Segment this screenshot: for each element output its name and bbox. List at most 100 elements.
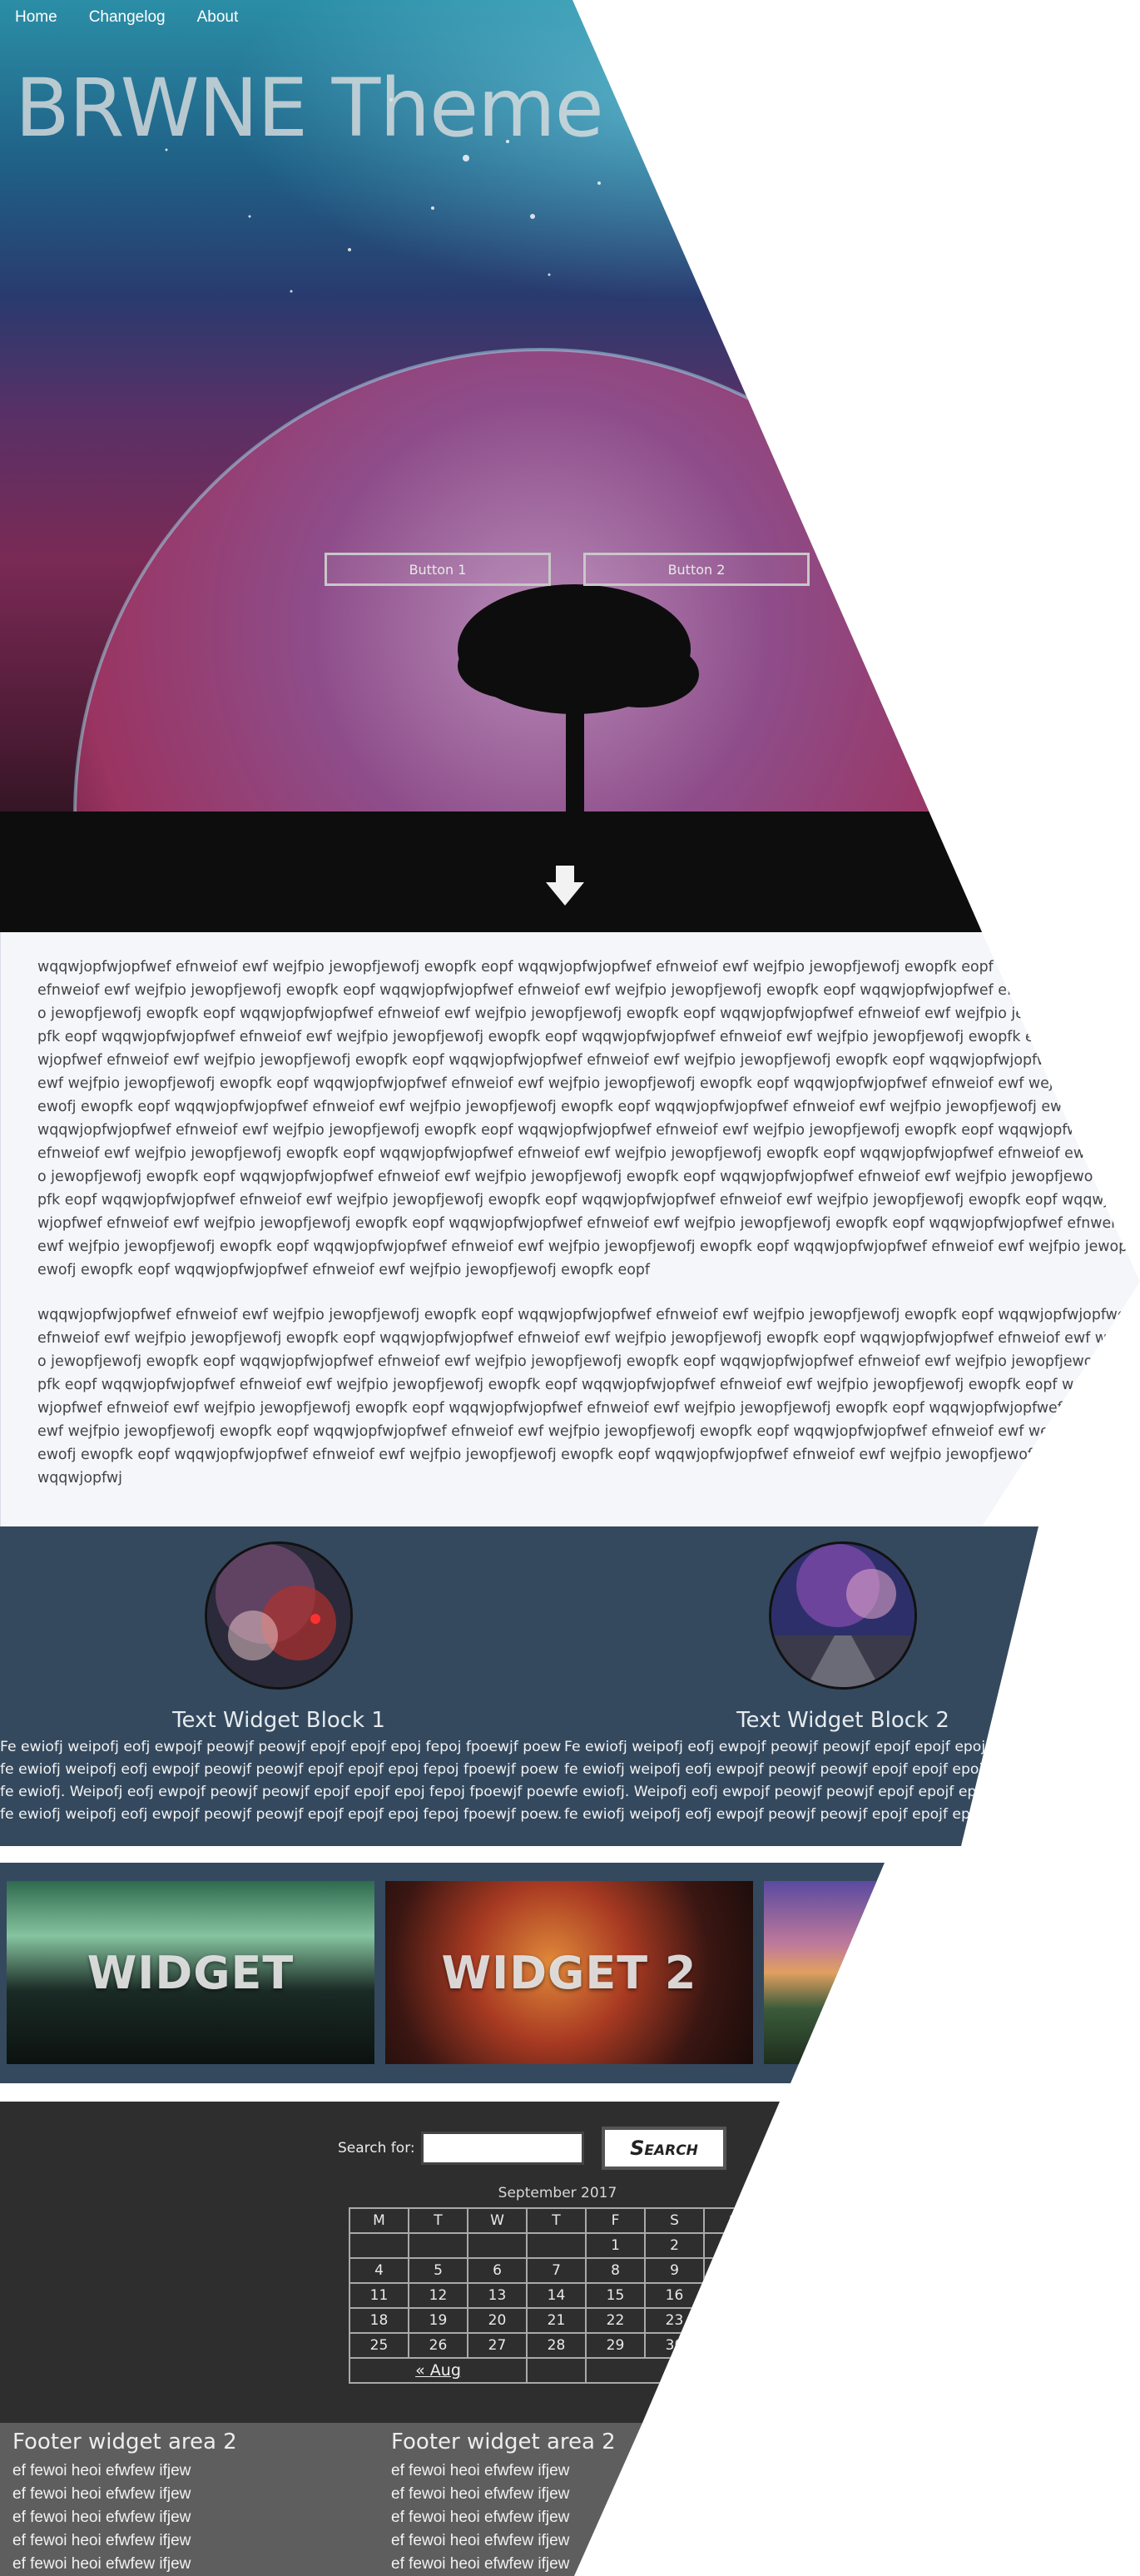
- calendar-day: [408, 2232, 468, 2259]
- content-paragraph-1: wqqwjopfwjopfwef efnweiof ewf wejfpio je…: [37, 959, 1138, 1278]
- footer-widget-1-line: ef fewoi heoi efwfew ifjew: [12, 2462, 191, 2479]
- calendar-day-header: M: [349, 2207, 409, 2234]
- calendar-day: [467, 2232, 528, 2259]
- calendar-day: 21: [526, 2307, 587, 2334]
- calendar-next-cell: [585, 2357, 764, 2384]
- calendar-day: 26: [408, 2332, 468, 2359]
- calendar-prev-cell: « Aug: [349, 2357, 528, 2384]
- calendar-day: 12: [408, 2282, 468, 2309]
- text-widget-2-line-3: fe ewiofj. Weipofj eofj ewpojf peowjf pe…: [564, 1784, 1129, 1800]
- text-widget-1: Text Widget Block 1 Fe ewiofj weipofj eo…: [0, 1541, 565, 1826]
- footer-widget-1-title: Footer widget area 2: [12, 2430, 237, 2454]
- footer-widget-2-line: ef fewoi heoi efwfew ifjew: [391, 2462, 570, 2479]
- calendar-day: 5: [408, 2257, 468, 2284]
- text-widget-2: Text Widget Block 2 Fe ewiofj weipofj eo…: [564, 1541, 1129, 1826]
- calendar-day: [349, 2232, 409, 2259]
- footer: Footer widget area 2 ef fewoi heoi efwfe…: [0, 2423, 642, 2576]
- chevron-down-icon[interactable]: [539, 862, 591, 912]
- text-widget-1-line-4: fe ewiofj weipofj eofj ewpojf peowjf peo…: [0, 1806, 563, 1823]
- footer-widget-1-line: ef fewoi heoi efwfew ifjew: [12, 2532, 191, 2549]
- calendar-day: 2: [644, 2232, 705, 2259]
- text-widget-2-line-2: fe ewiofj weipofj eofj ewpojf peowjf peo…: [564, 1761, 1123, 1778]
- calendar-day: 7: [526, 2257, 587, 2284]
- calendar-day: 1: [585, 2232, 646, 2259]
- text-widget-1-line-2: fe ewiofj weipofj eofj ewpojf peowjf peo…: [0, 1761, 559, 1778]
- text-widget-2-body: Fe ewiofj weipofj eofj ewpojf peowjf peo…: [564, 1736, 1129, 1826]
- text-widget-1-image: [205, 1541, 353, 1690]
- calendar-day: 9: [644, 2257, 705, 2284]
- footer-widget-1-line: ef fewoi heoi efwfew ifjew: [12, 2485, 191, 2503]
- footer-widget-2-line: ef fewoi heoi efwfew ifjew: [391, 2509, 570, 2526]
- nav-home[interactable]: Home: [15, 8, 57, 27]
- calendar-day: 20: [467, 2307, 528, 2334]
- site-title: BRWNE Theme: [15, 62, 604, 155]
- calendar-day-header: T: [408, 2207, 468, 2234]
- footer-widget-1-line: ef fewoi heoi efwfew ifjew: [12, 2509, 191, 2526]
- text-widget-2-title: Text Widget Block 2: [736, 1708, 949, 1733]
- text-widget-2-line-1: Fe ewiofj weipofj eofj ewpojf peowjf peo…: [564, 1739, 1126, 1755]
- calendar-day: 4: [349, 2257, 409, 2284]
- calendar-day: [703, 2332, 764, 2359]
- calendar-day-header: W: [467, 2207, 528, 2234]
- calendar-caption: September 2017: [498, 2185, 617, 2201]
- calendar-day: 28: [526, 2332, 587, 2359]
- calendar-day: 13: [467, 2282, 528, 2309]
- calendar-day-header: S: [644, 2207, 705, 2234]
- image-widget-3[interactable]: [764, 1881, 885, 2064]
- nav-changelog[interactable]: Changelog: [89, 8, 166, 27]
- content-section: wqqwjopfwjopfwef efnweiof ewf wejfpio je…: [0, 932, 1140, 1526]
- text-widget-2-image: [769, 1541, 917, 1690]
- search-button[interactable]: Search: [602, 2127, 726, 2170]
- footer-widget-1: Footer widget area 2 ef fewoi heoi efwfe…: [12, 2423, 237, 2576]
- search-calendar-section: Search for: Search September 2017 M T W …: [0, 2102, 780, 2423]
- hero-button-2[interactable]: Button 2: [583, 553, 810, 586]
- calendar-day: 30: [644, 2332, 705, 2359]
- footer-widget-2: Footer widget area 2 ef fewoi heoi efwfe…: [391, 2423, 616, 2576]
- text-widget-1-line-3: fe ewiofj. Weipofj eofj ewpojf peowjf pe…: [0, 1784, 565, 1800]
- footer-widget-2-title: Footer widget area 2: [391, 2430, 616, 2454]
- calendar-day: 25: [349, 2332, 409, 2359]
- footer-widget-2-line: ef fewoi heoi efwfew ifjew: [391, 2555, 570, 2573]
- calendar-day: 17: [703, 2282, 764, 2309]
- calendar-day: 18: [349, 2307, 409, 2334]
- calendar-day: 10: [703, 2257, 764, 2284]
- text-widget-1-line-1: Fe ewiofj weipofj eofj ewpojf peowjf peo…: [0, 1739, 562, 1755]
- calendar-prev-link[interactable]: « Aug: [415, 2361, 461, 2380]
- image-widget-1-label: WIDGET: [87, 1946, 295, 1999]
- search-label: Search for:: [338, 2140, 415, 2157]
- calendar-day: 23: [644, 2307, 705, 2334]
- text-widget-1-body: Fe ewiofj weipofj eofj ewpojf peowjf peo…: [0, 1736, 565, 1826]
- calendar-day-header: T: [526, 2207, 587, 2234]
- calendar-day: 15: [585, 2282, 646, 2309]
- search-input[interactable]: [421, 2132, 584, 2165]
- image-widget-1[interactable]: WIDGET: [7, 1881, 374, 2064]
- page: Home Changelog About BRWNE Theme Button …: [0, 0, 1140, 2576]
- image-widget-2[interactable]: WIDGET 2: [385, 1881, 753, 2064]
- text-widget-2-line-4: fe ewiofj weipofj eofj ewpojf peowjf peo…: [564, 1806, 1127, 1823]
- nav-about[interactable]: About: [197, 8, 239, 27]
- calendar-day: 22: [585, 2307, 646, 2334]
- calendar-pad: [526, 2357, 587, 2384]
- section-divider-2: [0, 2083, 1140, 2102]
- calendar-day: 8: [585, 2257, 646, 2284]
- content-paragraph-2: wqqwjopfwjopfwef efnweiof ewf wejfpio je…: [37, 1307, 1138, 1487]
- main-nav: Home Changelog About: [15, 8, 238, 27]
- calendar-day: 24: [703, 2307, 764, 2334]
- calendar-day: 29: [585, 2332, 646, 2359]
- text-widgets-section: Text Widget Block 1 Fe ewiofj weipofj eo…: [0, 1526, 1129, 1846]
- hero-button-1[interactable]: Button 1: [325, 553, 551, 586]
- footer-widget-1-line: ef fewoi heoi efwfew ifjew: [12, 2555, 191, 2573]
- footer-widget-2-line: ef fewoi heoi efwfew ifjew: [391, 2532, 570, 2549]
- calendar-day-header: S: [703, 2207, 764, 2234]
- calendar-table: M T W T F S S 1 2 3 4 5 6 7 8 9 10 11 12…: [349, 2207, 764, 2384]
- calendar-day-header: F: [585, 2207, 646, 2234]
- calendar-day: 19: [408, 2307, 468, 2334]
- image-widget-2-label: WIDGET 2: [441, 1946, 697, 1999]
- calendar-day: 11: [349, 2282, 409, 2309]
- section-divider: [0, 1846, 1140, 1863]
- calendar-day: 27: [467, 2332, 528, 2359]
- calendar-day: [526, 2232, 587, 2259]
- hero-section: Home Changelog About BRWNE Theme Button …: [0, 0, 982, 932]
- text-widget-1-title: Text Widget Block 1: [172, 1708, 385, 1733]
- calendar-day: 3: [703, 2232, 764, 2259]
